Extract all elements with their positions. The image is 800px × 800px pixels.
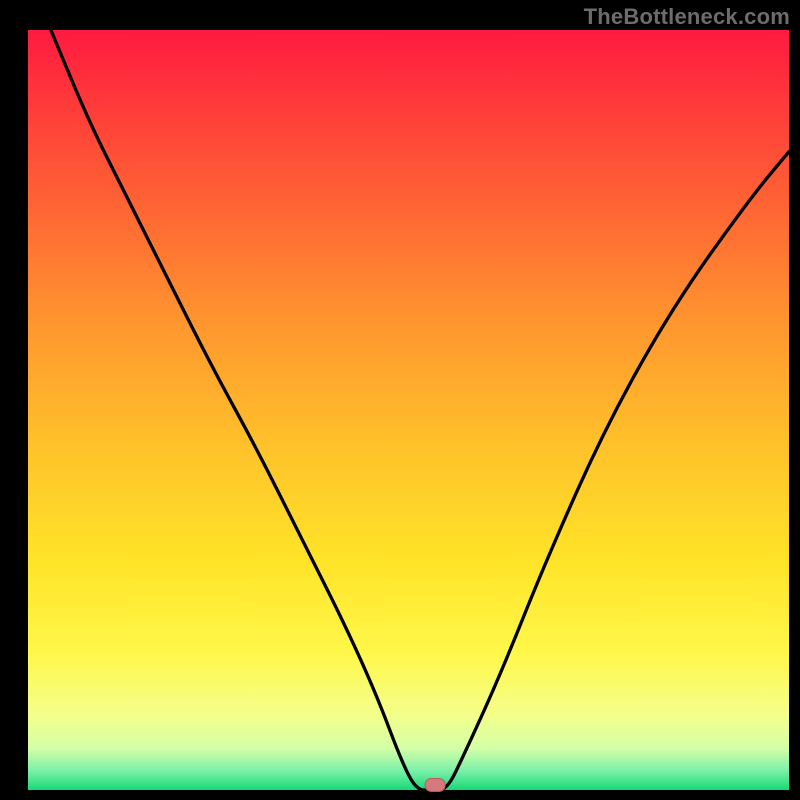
chart-container: { "watermark": "TheBottleneck.com", "cha… xyxy=(0,0,800,800)
optimal-marker xyxy=(425,778,445,791)
watermark-text: TheBottleneck.com xyxy=(584,4,790,30)
plot-background xyxy=(28,30,789,790)
bottleneck-chart xyxy=(0,0,800,800)
